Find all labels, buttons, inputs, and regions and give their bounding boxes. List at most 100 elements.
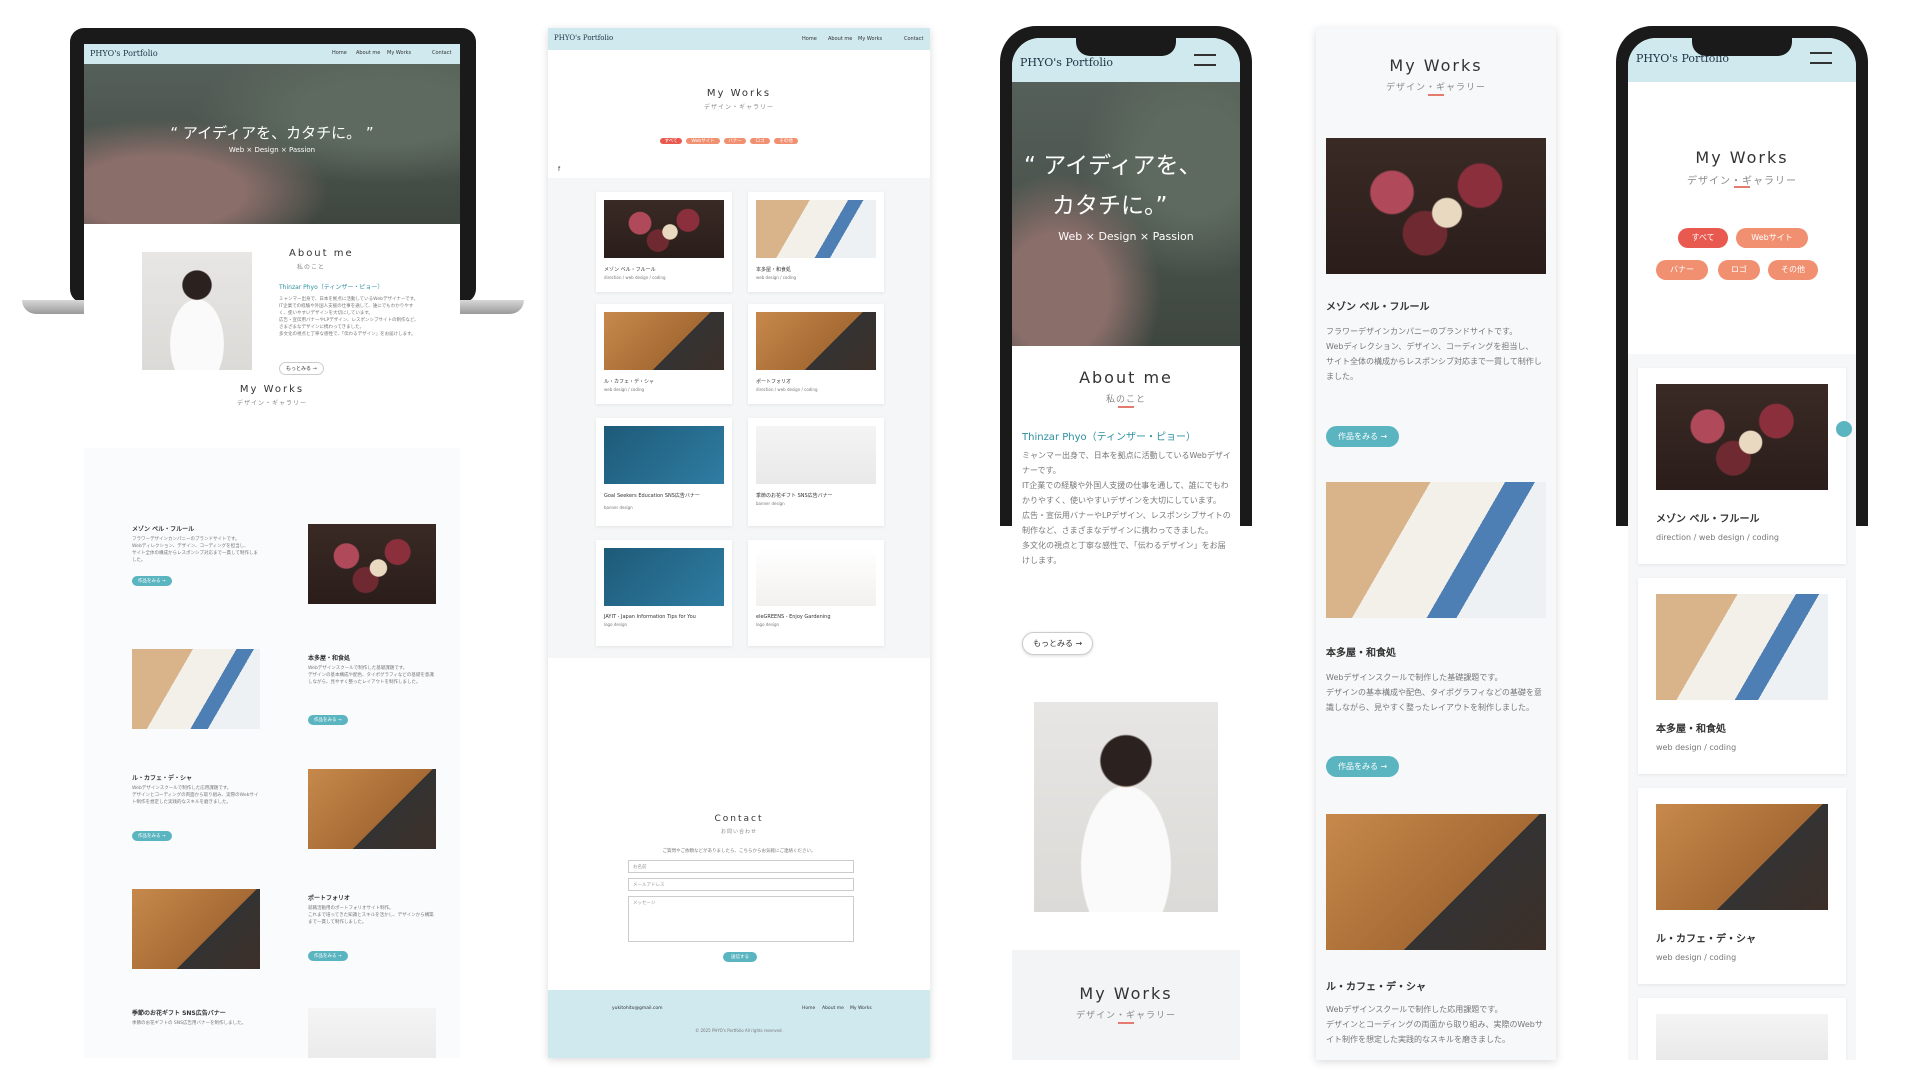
footer-nav-works[interactable]: My Works xyxy=(850,1006,872,1011)
work-desc: フラワーデザインカンパニーのブランドサイトです。 Webディレクション、デザイン、… xyxy=(132,537,258,563)
work-image[interactable] xyxy=(132,889,260,969)
nav-home[interactable]: Home xyxy=(802,36,817,42)
footer-nav-about[interactable]: About me xyxy=(822,1006,844,1011)
work-title: 季節のお花ギフト SNS広告バナー xyxy=(132,1010,226,1017)
profile-photo xyxy=(1034,702,1218,912)
work-card[interactable]: ル・カフェ・デ・シャ web design / coding xyxy=(596,304,732,404)
work-meta: direction / web design / coding xyxy=(1656,533,1779,542)
about-title: About me xyxy=(289,248,354,259)
work-image[interactable] xyxy=(308,524,436,604)
works-title: My Works xyxy=(1695,148,1789,167)
hero-image: “ アイディアを、 カタチに。” Web × Design × Passion xyxy=(1012,82,1240,346)
hero-line-2: カタチに。” xyxy=(1052,193,1168,219)
about-more-button[interactable]: もっとみる → xyxy=(1022,632,1094,655)
mobile-works-page: My Works デザイン・ギャラリー メゾン ベル・フルール フラワーデザイン… xyxy=(1316,28,1556,1060)
work-image[interactable] xyxy=(308,1008,436,1058)
filter-all[interactable]: すべて xyxy=(1678,228,1728,248)
message-field[interactable]: メッセージ xyxy=(628,896,854,942)
work-desc: Webデザインスクールで制作した応用課題です。 デザインとコーディングの両面から取… xyxy=(132,786,259,805)
work-card[interactable]: eleGREENS - Enjoy Gardening logo design xyxy=(748,540,884,646)
filter-banner[interactable]: バナー xyxy=(1656,260,1708,280)
about-body: ミャンマー出身で、日本を拠点に活動しているWebデザイナーです。 IT企業での経験… xyxy=(279,297,419,337)
works-subtitle: デザイン・ギャラリー xyxy=(236,400,307,407)
nav-about[interactable]: About me xyxy=(828,36,852,42)
view-work-button[interactable]: 作品をみる → xyxy=(1326,756,1400,777)
nav-works[interactable]: My Works xyxy=(387,50,411,56)
work-image[interactable] xyxy=(308,769,436,849)
work-card[interactable]: JAYIT - Japan Information Tips for You lo… xyxy=(596,540,732,646)
works-title: My Works xyxy=(706,88,772,99)
work-image[interactable] xyxy=(1326,138,1546,274)
work-title: 本多屋・和食処 xyxy=(308,655,351,662)
work-card[interactable]: ル・カフェ・デ・シャ web design / coding xyxy=(1638,788,1846,984)
work-desc: Webデザインスクールで制作した基礎課題です。 デザインの基本構成や配色、タイポグ… xyxy=(1326,673,1542,712)
work-title: ル・カフェ・デ・シャ xyxy=(1656,934,1756,945)
nav-about[interactable]: About me xyxy=(356,50,380,56)
submit-button[interactable]: 送信する xyxy=(723,952,757,962)
filter-banner[interactable]: バナー xyxy=(724,138,746,144)
filter-other[interactable]: その他 xyxy=(1768,260,1818,280)
work-card[interactable]: 本多屋・和食処 web design / coding xyxy=(1638,578,1846,774)
about-body: ミャンマー出身で、日本を拠点に活動しているWebデザイナーです。 IT企業での経験… xyxy=(1022,451,1231,565)
filter-other[interactable]: その他 xyxy=(774,138,798,144)
work-image xyxy=(604,200,724,258)
list-item: 本多屋・和食処 Webデザインスクールで制作した基礎課題です。 デザインの基本構成… xyxy=(132,649,434,729)
work-card[interactable]: Goal Seekers Education SNS広告バナー banner de… xyxy=(596,418,732,526)
brand-logo[interactable]: PHYO's Portfolio xyxy=(90,49,158,58)
filter-logo[interactable]: ロゴ xyxy=(1718,260,1760,280)
menu-icon[interactable] xyxy=(1810,52,1832,64)
scroll-top-button[interactable] xyxy=(1836,421,1852,437)
work-title: ポートフォリオ xyxy=(756,379,792,385)
works-grid: メゾン ベル・フルール direction / web design / codi… xyxy=(548,178,930,658)
filter-web[interactable]: Webサイト xyxy=(686,138,720,144)
work-card[interactable]: 季節のお花ギフト SNS広告バナー banner design xyxy=(748,418,884,526)
work-meta: web design / coding xyxy=(604,387,645,392)
work-image[interactable] xyxy=(132,649,260,729)
work-meta: web design / coding xyxy=(756,275,797,280)
filter-all[interactable]: すべて xyxy=(660,138,682,144)
work-card[interactable]: 本多屋・和食処 web design / coding xyxy=(748,192,884,292)
facebook-icon[interactable]: f xyxy=(558,166,568,173)
work-title: メゾン ベル・フルール xyxy=(132,526,195,533)
works-header: My Works デザイン・ギャラリー すべて Webサイト バナー ロゴ その… xyxy=(1628,82,1856,354)
work-title: ル・カフェ・デ・シャ xyxy=(132,775,193,782)
menu-icon[interactable] xyxy=(1194,54,1216,66)
work-image[interactable] xyxy=(1326,814,1546,950)
work-card[interactable]: ポートフォリオ direction / web design / coding xyxy=(748,304,884,404)
works-title: My Works xyxy=(239,384,305,395)
view-work-button[interactable]: 作品をみる → xyxy=(308,951,348,961)
about-subtitle: 私のこと xyxy=(1105,395,1146,405)
work-card[interactable] xyxy=(1638,998,1846,1060)
work-title: メゾン ベル・フルール xyxy=(1326,302,1430,313)
work-desc: Webデザインスクールで制作した基礎課題です。 デザインの基本構成や配色、タイポグ… xyxy=(308,666,434,685)
work-title: eleGREENS - Enjoy Gardening xyxy=(756,614,831,620)
work-meta: web design / coding xyxy=(1656,953,1737,962)
brand-logo[interactable]: PHYO's Portfolio xyxy=(554,34,613,42)
work-image xyxy=(1656,594,1828,700)
nav-contact[interactable]: Contact xyxy=(904,36,923,42)
view-work-button[interactable]: 作品をみる → xyxy=(1326,426,1400,447)
nav-home[interactable]: Home xyxy=(332,50,347,56)
filter-web[interactable]: Webサイト xyxy=(1736,228,1808,248)
view-work-button[interactable]: 作品をみる → xyxy=(308,715,348,725)
name-field[interactable]: お名前 xyxy=(628,860,854,873)
nav-works[interactable]: My Works xyxy=(858,36,882,42)
brand-logo[interactable]: PHYO's Portfolio xyxy=(1020,56,1113,69)
work-image[interactable] xyxy=(1326,482,1546,618)
view-work-button[interactable]: 作品をみる → xyxy=(132,576,172,586)
work-title: ル・カフェ・デ・シャ xyxy=(604,379,655,385)
filter-logo[interactable]: ロゴ xyxy=(750,138,770,144)
footer-nav-home[interactable]: Home xyxy=(802,1006,815,1011)
email-field[interactable]: メールアドレス xyxy=(628,878,854,891)
view-work-button[interactable]: 作品をみる → xyxy=(132,831,172,841)
profile-photo xyxy=(142,252,252,370)
hero-tagline: Web × Design × Passion xyxy=(1058,230,1194,243)
list-item: ル・カフェ・デ・シャ Webデザインスクールで制作した応用課題です。 デザインとコ… xyxy=(132,769,436,849)
hero-quote: “ アイディアを、カタチに。 ” xyxy=(170,124,374,142)
footer-email[interactable]: yukitohito@gmail.com xyxy=(612,1006,663,1011)
work-title: 本多屋・和食処 xyxy=(756,267,792,273)
work-card[interactable]: メゾン ベル・フルール direction / web design / cod… xyxy=(1638,368,1846,564)
nav-contact[interactable]: Contact xyxy=(432,50,451,56)
about-more-button[interactable]: もっとみる → xyxy=(279,362,324,375)
work-card[interactable]: メゾン ベル・フルール direction / web design / codi… xyxy=(596,192,732,292)
